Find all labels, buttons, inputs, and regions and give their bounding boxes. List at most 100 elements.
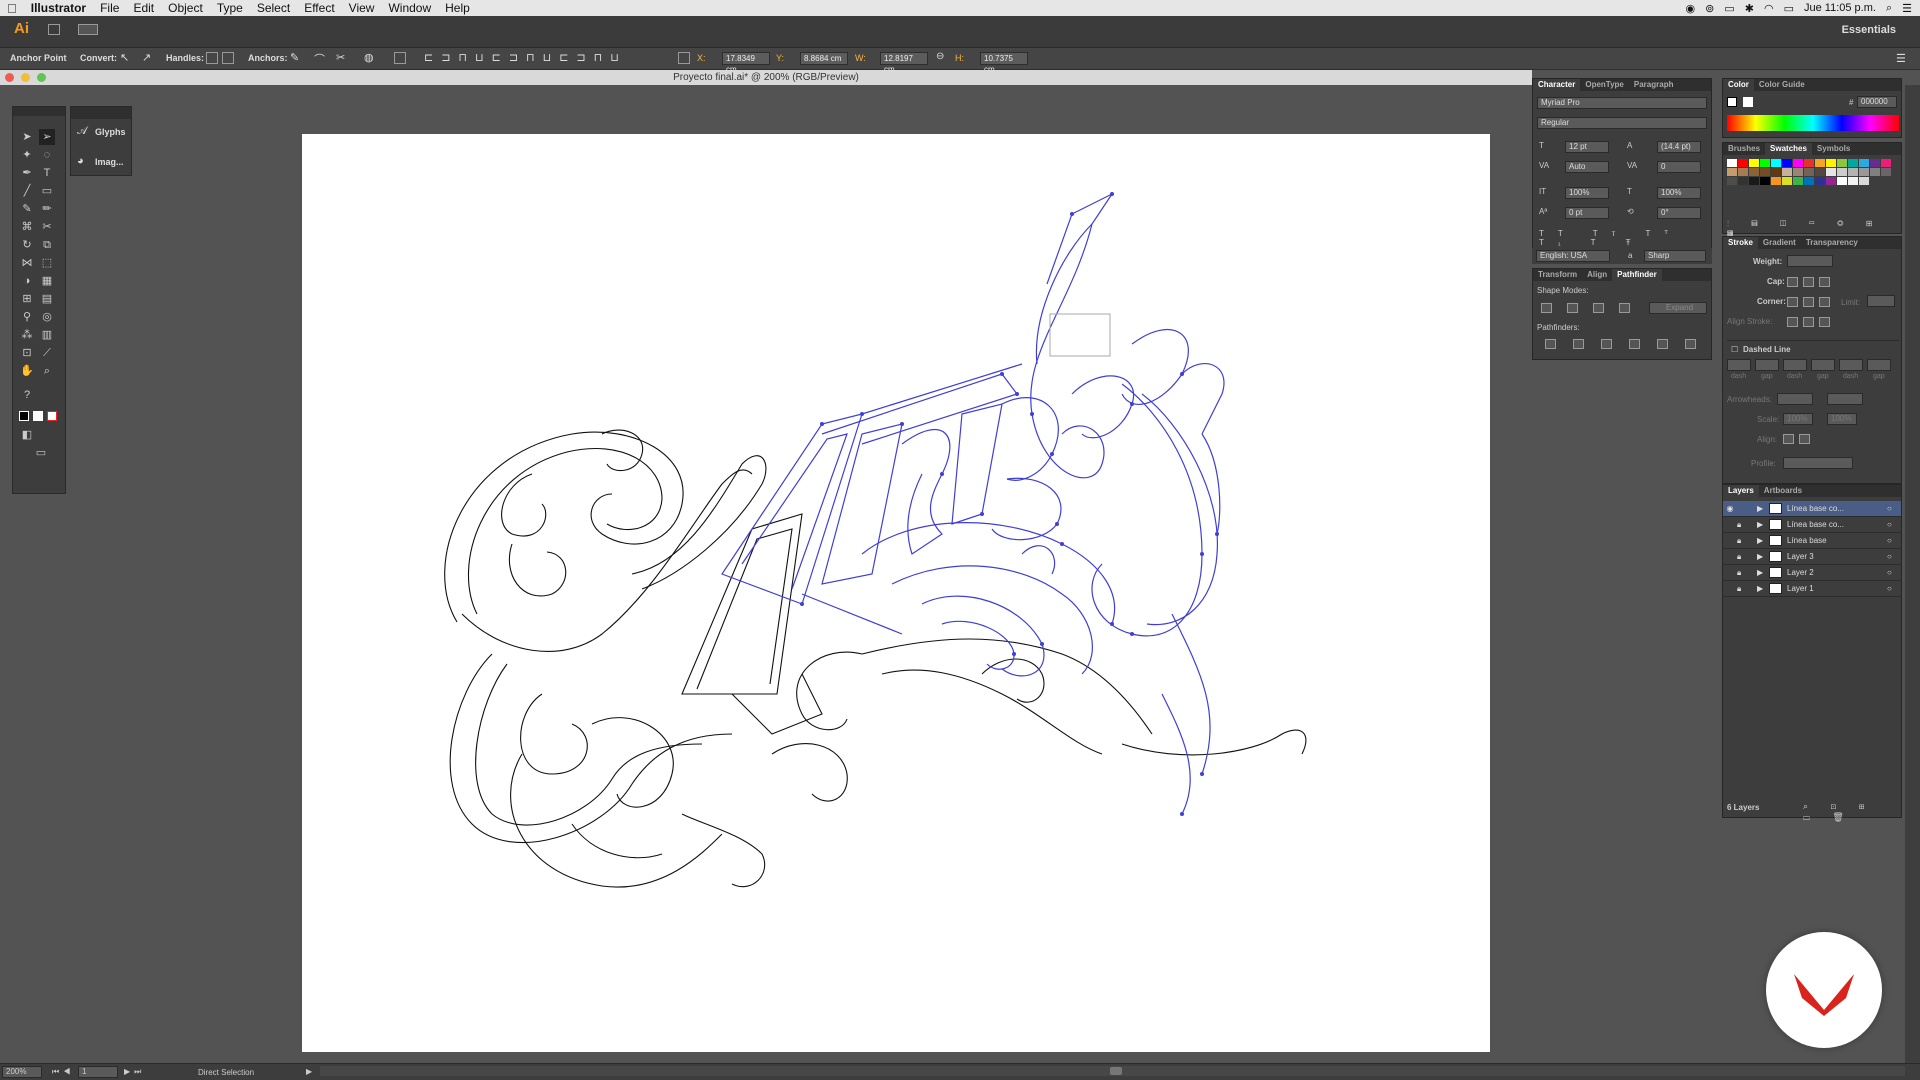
default-colors-icon[interactable]: ?	[19, 387, 35, 403]
type-style-buttons[interactable]: TT Tт Tᵀ T₁ T Ŧ	[1539, 229, 1711, 247]
swatch[interactable]	[1848, 159, 1858, 167]
draw-mode-icon[interactable]: ◧	[19, 427, 35, 443]
artwork[interactable]	[302, 134, 1490, 1052]
layers-actions-icons[interactable]: ⌕ ⊡ ⊞ ▭ 🗑︎	[1803, 801, 1901, 823]
mesh-tool-icon[interactable]: ⊞	[19, 291, 35, 307]
tab-transform[interactable]: Transform	[1533, 269, 1582, 281]
outline-icon[interactable]	[1657, 339, 1668, 349]
corner-miter-icon[interactable]	[1787, 297, 1798, 307]
vertical-scale-field[interactable]: 100%	[1565, 187, 1609, 199]
tab-gradient[interactable]: Gradient	[1758, 237, 1801, 249]
horizontal-scrollbar[interactable]	[320, 1066, 1905, 1076]
pen-tool-icon[interactable]: ✒	[19, 165, 35, 181]
scissors-tool-icon[interactable]: ✂	[39, 219, 55, 235]
swatch[interactable]	[1870, 159, 1880, 167]
tools-panel-header[interactable]	[13, 107, 65, 116]
free-transform-tool-icon[interactable]: ⬚	[39, 255, 55, 271]
swatch[interactable]	[1793, 177, 1803, 185]
swatch[interactable]	[1881, 159, 1891, 167]
layer-name[interactable]: Línea base co...	[1787, 520, 1887, 529]
swatch[interactable]	[1738, 159, 1748, 167]
menu-view[interactable]: View	[342, 1, 382, 15]
swatch[interactable]	[1738, 168, 1748, 176]
swatch[interactable]	[1815, 177, 1825, 185]
swatch[interactable]	[1870, 168, 1880, 176]
color-spectrum[interactable]	[1727, 115, 1899, 131]
crop-icon[interactable]	[1629, 339, 1640, 349]
swatch[interactable]	[1793, 168, 1803, 176]
arrowhead-start-field[interactable]	[1777, 393, 1813, 405]
minimize-window-button[interactable]	[21, 73, 30, 82]
stroke-swatch[interactable]	[1743, 97, 1753, 107]
hex-field[interactable]: 000000	[1857, 96, 1897, 108]
artboard-number-field[interactable]: 1	[78, 1066, 118, 1078]
lock-icon[interactable]: 🔒︎	[1737, 584, 1757, 594]
slice-tool-icon[interactable]: ⟋	[39, 345, 55, 361]
swatch[interactable]	[1804, 177, 1814, 185]
tracking-field[interactable]: 0	[1657, 161, 1701, 173]
swatch-grid[interactable]	[1727, 159, 1891, 215]
swatch[interactable]	[1837, 159, 1847, 167]
swatch[interactable]	[1804, 159, 1814, 167]
layer-row[interactable]: 🔒︎ ▶ Layer 1 ○	[1723, 581, 1901, 597]
apple-menu-icon[interactable]: 	[0, 1, 24, 16]
tab-paragraph[interactable]: Paragraph	[1629, 79, 1679, 91]
menu-select[interactable]: Select	[250, 1, 297, 15]
width-field[interactable]: 12.8197 cm	[880, 52, 928, 74]
width-tool-icon[interactable]: ⋈	[19, 255, 35, 271]
scale-start-field[interactable]: 100%	[1783, 413, 1813, 425]
lasso-tool-icon[interactable]: ◌	[39, 147, 55, 163]
clock[interactable]: Jue 11:05 p.m.	[1804, 2, 1876, 14]
tab-artboards[interactable]: Artboards	[1759, 485, 1807, 497]
artboard-nav-next-icon[interactable]: ▶⏭	[124, 1067, 145, 1077]
hide-handles-icon[interactable]	[222, 52, 234, 64]
zoom-tool-icon[interactable]: ⌕	[39, 363, 55, 379]
dash-field-1[interactable]	[1727, 359, 1751, 371]
sync-icon[interactable]: ⊚	[1705, 2, 1714, 15]
fill-swatch[interactable]	[1727, 97, 1737, 107]
swatch[interactable]	[1826, 177, 1836, 185]
swatch[interactable]	[1881, 168, 1891, 176]
cap-square-icon[interactable]	[1819, 277, 1830, 287]
swatch[interactable]	[1749, 159, 1759, 167]
tab-swatches[interactable]: Swatches	[1765, 143, 1812, 155]
layer-row[interactable]: ◉ ▶ Línea base co... ○	[1723, 501, 1901, 517]
divide-icon[interactable]	[1545, 339, 1556, 349]
cap-round-icon[interactable]	[1803, 277, 1814, 287]
layer-row[interactable]: 🔒︎ ▶ Layer 2 ○	[1723, 565, 1901, 581]
target-icon[interactable]: ○	[1887, 552, 1901, 561]
swatch[interactable]	[1815, 168, 1825, 176]
zoom-window-button[interactable]	[37, 73, 46, 82]
dashed-line-checkbox[interactable]: ☐	[1731, 345, 1738, 354]
swatch[interactable]	[1749, 177, 1759, 185]
layer-name[interactable]: Layer 3	[1787, 552, 1887, 561]
target-icon[interactable]: ○	[1887, 536, 1901, 545]
swatch[interactable]	[1859, 177, 1869, 185]
tab-color-guide[interactable]: Color Guide	[1754, 79, 1810, 91]
height-field[interactable]: 10.7375 cm	[980, 52, 1028, 74]
profile-field[interactable]	[1783, 457, 1853, 469]
shape-builder-tool-icon[interactable]: ◑	[19, 273, 35, 289]
layer-name[interactable]: Layer 1	[1787, 584, 1887, 593]
swatch[interactable]	[1837, 168, 1847, 176]
horizontal-scale-field[interactable]: 100%	[1657, 187, 1701, 199]
selection-tool-icon[interactable]: ➤	[19, 129, 35, 145]
arrange-documents-button[interactable]	[78, 24, 98, 35]
layer-name[interactable]: Layer 2	[1787, 568, 1887, 577]
artboard-nav-prev-icon[interactable]: ⏮◀	[52, 1067, 74, 1077]
swatch[interactable]	[1727, 159, 1737, 167]
lock-icon[interactable]: 🔒︎	[1737, 568, 1757, 578]
swatch[interactable]	[1837, 177, 1847, 185]
perspective-grid-tool-icon[interactable]: ▦	[39, 273, 55, 289]
symbol-sprayer-tool-icon[interactable]: ⁂	[19, 327, 35, 343]
show-handles-icon[interactable]	[206, 52, 218, 64]
expand-arrow-icon[interactable]: ▶	[1757, 536, 1769, 545]
visibility-icon[interactable]: ◉	[1723, 504, 1737, 513]
align-to-icon[interactable]	[394, 52, 406, 64]
expand-arrow-icon[interactable]: ▶	[1757, 552, 1769, 561]
swatch[interactable]	[1804, 168, 1814, 176]
eyedropper-tool-icon[interactable]: ⚲	[19, 309, 35, 325]
arrow-align-extend-icon[interactable]	[1783, 434, 1794, 444]
tab-pathfinder[interactable]: Pathfinder	[1612, 269, 1662, 281]
layer-name[interactable]: Línea base	[1787, 536, 1887, 545]
